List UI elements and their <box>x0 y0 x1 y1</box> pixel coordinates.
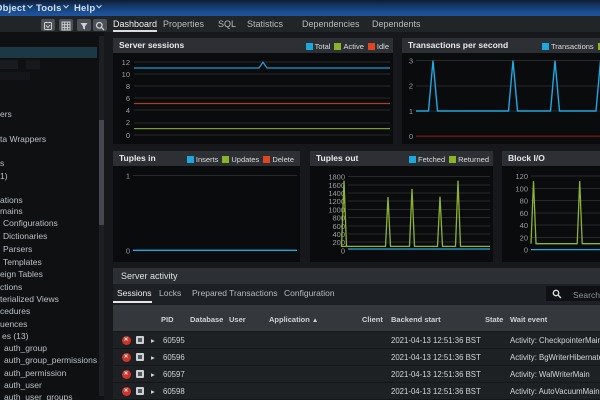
svg-text:120: 120 <box>515 172 528 181</box>
svg-text:40: 40 <box>520 221 528 230</box>
svg-text:20: 20 <box>520 233 528 242</box>
svg-text:0: 0 <box>524 246 528 255</box>
svg-text:0: 0 <box>126 131 130 140</box>
svg-text:80: 80 <box>520 197 528 206</box>
svg-text:1: 1 <box>409 107 413 116</box>
svg-text:0: 0 <box>341 246 345 255</box>
svg-text:4: 4 <box>126 106 130 115</box>
svg-text:60: 60 <box>520 209 528 218</box>
svg-text:6: 6 <box>126 94 130 103</box>
svg-text:12: 12 <box>122 58 130 67</box>
svg-text:3: 3 <box>409 57 413 66</box>
svg-text:2: 2 <box>409 82 413 91</box>
svg-text:8: 8 <box>126 82 130 91</box>
svg-text:0: 0 <box>126 246 130 255</box>
svg-text:2: 2 <box>126 118 130 127</box>
svg-text:100: 100 <box>515 184 528 193</box>
svg-text:1: 1 <box>126 172 130 181</box>
svg-text:0: 0 <box>409 132 413 141</box>
svg-text:10: 10 <box>122 70 130 79</box>
